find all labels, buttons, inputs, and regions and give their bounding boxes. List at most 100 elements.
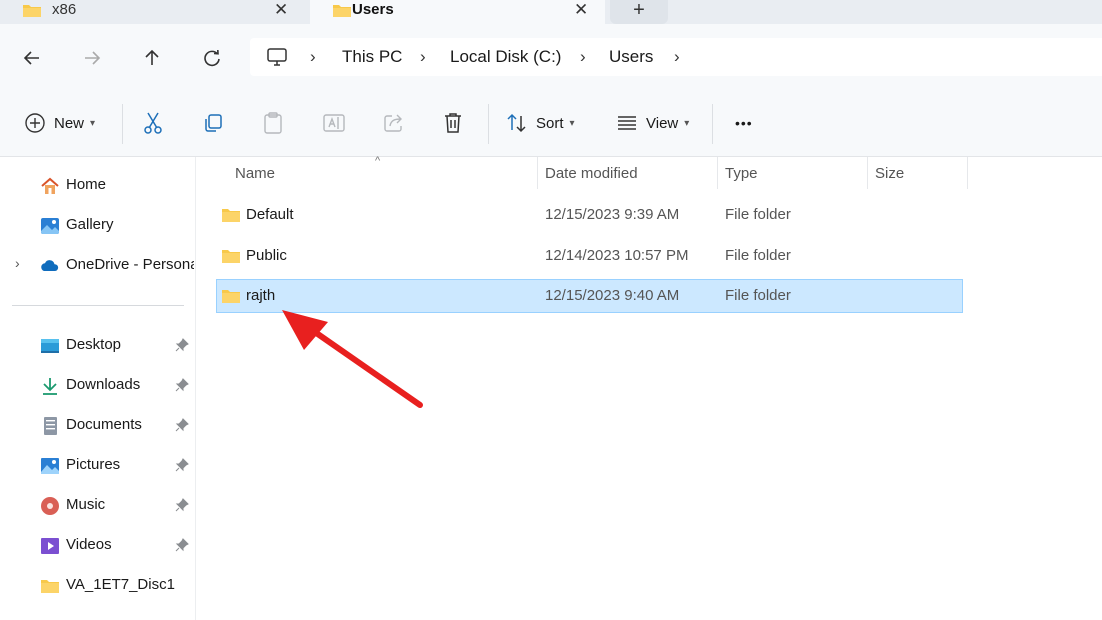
table-row-selected[interactable]: rajth 12/15/2023 9:40 AM File folder — [216, 279, 963, 313]
back-button[interactable] — [20, 46, 44, 70]
column-separator[interactable] — [967, 157, 968, 189]
sidebar-item-music[interactable]: Music — [0, 490, 196, 522]
cut-button[interactable] — [142, 110, 164, 136]
file-name: Default — [246, 206, 294, 223]
rename-icon — [323, 114, 345, 132]
up-button[interactable] — [140, 46, 164, 70]
tab-x86[interactable]: x86 ✕ — [0, 0, 305, 24]
chevron-right-icon[interactable]: › — [580, 47, 586, 67]
breadcrumb-this-pc[interactable]: This PC — [342, 47, 402, 67]
file-type: File folder — [725, 287, 791, 304]
folder-icon — [23, 5, 41, 17]
address-bar[interactable]: › This PC › Local Disk (C:) › Users › — [250, 38, 1102, 76]
column-separator[interactable] — [717, 157, 718, 189]
view-button[interactable]: View ▾ — [616, 110, 689, 136]
column-separator[interactable] — [867, 157, 868, 189]
file-name: rajth — [246, 287, 276, 304]
new-button[interactable]: New ▾ — [24, 110, 95, 136]
sidebar-item-label: VA_1ET7_Disc1 — [66, 576, 175, 593]
sidebar-item-desktop[interactable]: Desktop — [0, 330, 196, 362]
sidebar-item-videos[interactable]: Videos — [0, 530, 196, 562]
chevron-down-icon: ▾ — [684, 117, 690, 129]
sidebar-item-gallery[interactable]: Gallery — [0, 210, 196, 242]
folder-icon — [222, 209, 240, 222]
sidebar-item-documents[interactable]: Documents — [0, 410, 196, 442]
sidebar-item-va-disc[interactable]: VA_1ET7_Disc1 — [0, 570, 196, 602]
tab-users[interactable]: Users ✕ — [310, 0, 605, 24]
delete-button[interactable] — [442, 110, 464, 136]
sidebar-item-downloads[interactable]: Downloads — [0, 370, 196, 402]
onedrive-icon — [41, 260, 59, 271]
sidebar-item-label: Gallery — [66, 216, 114, 233]
pin-icon[interactable] — [175, 338, 189, 352]
sort-label: Sort — [536, 114, 564, 132]
new-tab-button[interactable]: + — [610, 0, 668, 24]
divider — [488, 104, 489, 144]
tab-title: Users — [352, 1, 394, 18]
view-label: View — [646, 114, 679, 132]
pin-icon[interactable] — [175, 458, 189, 472]
chevron-right-icon[interactable]: › — [674, 47, 680, 67]
chevron-right-icon[interactable]: › — [420, 47, 426, 67]
breadcrumb-local-disk[interactable]: Local Disk (C:) — [450, 47, 561, 67]
forward-button[interactable] — [80, 46, 104, 70]
chevron-right-icon[interactable]: › — [310, 47, 316, 67]
folder-icon — [222, 290, 240, 303]
column-header-name[interactable]: Name — [235, 157, 275, 189]
more-options-button[interactable]: ••• — [735, 110, 753, 136]
close-icon[interactable]: ✕ — [574, 0, 588, 20]
monitor-icon — [267, 48, 287, 66]
arrow-up-icon — [145, 49, 159, 65]
command-bar: New ▾ Sort ▾ View ▾ ••• — [0, 90, 1102, 157]
sidebar-item-home[interactable]: Home — [0, 170, 196, 202]
file-name: Public — [246, 247, 287, 264]
address-row: › This PC › Local Disk (C:) › Users › — [0, 24, 1102, 90]
sort-ascending-icon: ^ — [375, 155, 381, 167]
share-button[interactable] — [382, 110, 406, 136]
trash-icon — [445, 113, 461, 133]
gallery-icon — [41, 218, 59, 234]
music-icon — [41, 497, 59, 515]
chevron-down-icon: ▾ — [569, 117, 575, 129]
desktop-icon — [41, 339, 59, 353]
downloads-icon — [43, 378, 57, 395]
table-row[interactable]: Default 12/15/2023 9:39 AM File folder — [216, 198, 963, 232]
close-icon[interactable]: ✕ — [274, 0, 288, 20]
rename-button[interactable] — [322, 110, 346, 136]
tab-title: x86 — [52, 1, 77, 18]
documents-icon — [44, 417, 57, 435]
sort-button[interactable]: Sort ▾ — [506, 110, 575, 136]
column-header-date[interactable]: Date modified — [545, 157, 638, 189]
sidebar-item-label: Home — [66, 176, 107, 193]
refresh-button[interactable] — [200, 46, 224, 70]
paste-icon — [264, 112, 282, 134]
breadcrumb-users[interactable]: Users — [609, 47, 653, 67]
pin-icon[interactable] — [175, 418, 189, 432]
folder-icon — [222, 250, 240, 263]
pin-icon[interactable] — [175, 538, 189, 552]
sidebar-divider — [12, 305, 184, 306]
column-header-size[interactable]: Size — [875, 157, 904, 189]
home-icon — [41, 177, 59, 194]
copy-button[interactable] — [202, 110, 224, 136]
copy-icon — [205, 114, 222, 132]
divider — [122, 104, 123, 144]
chevron-right-icon[interactable]: › — [15, 255, 20, 271]
pin-icon[interactable] — [175, 498, 189, 512]
arrow-right-icon — [85, 51, 101, 65]
paste-button[interactable] — [262, 110, 284, 136]
column-separator[interactable] — [537, 157, 538, 189]
refresh-icon — [204, 49, 220, 67]
sort-icon — [507, 113, 526, 133]
arrow-left-icon — [23, 51, 39, 65]
plus-circle-icon — [25, 113, 45, 133]
navigation-pane: Home Gallery › OneDrive - Persona Deskto… — [0, 157, 196, 620]
folder-icon — [333, 5, 351, 17]
sidebar-item-onedrive[interactable]: › OneDrive - Persona — [0, 250, 196, 282]
pin-icon[interactable] — [175, 378, 189, 392]
sidebar-item-pictures[interactable]: Pictures — [0, 450, 196, 482]
new-label: New — [54, 114, 85, 132]
scissors-icon — [144, 112, 162, 134]
column-header-type[interactable]: Type — [725, 157, 758, 189]
table-row[interactable]: Public 12/14/2023 10:57 PM File folder — [216, 239, 963, 273]
